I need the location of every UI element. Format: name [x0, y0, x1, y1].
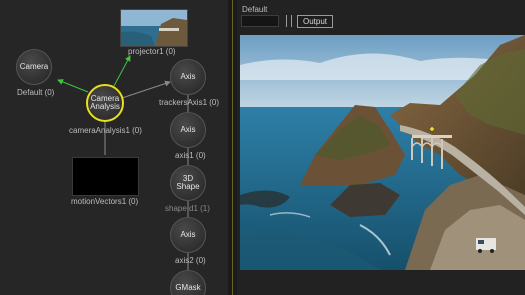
viewer-input-field[interactable]	[241, 15, 279, 27]
projector-thumbnail-image	[121, 10, 187, 46]
axis1-label: axis1 (0)	[175, 151, 206, 160]
node-graph-panel[interactable]: projector1 (0) Camera Default (0) Camera…	[0, 0, 228, 295]
projector-node[interactable]	[120, 9, 188, 47]
axis1-node[interactable]: Axis	[170, 112, 206, 148]
output-button[interactable]: Output	[297, 15, 333, 28]
wire-analysis-to-camera	[57, 79, 89, 93]
motion-vectors-node[interactable]	[72, 157, 139, 196]
viewer-image[interactable]	[240, 35, 525, 270]
viewer-toolbar-separator	[286, 15, 287, 27]
axis2-node[interactable]: Axis	[170, 217, 206, 253]
shape-3d-node[interactable]: 3D Shape	[170, 165, 206, 201]
trackers-axis-node[interactable]: Axis	[170, 59, 206, 95]
motion-vectors-label: motionVectors1 (0)	[71, 197, 139, 206]
camera-analysis-node[interactable]: Camera Analysis	[86, 84, 124, 122]
camera-node-title: Camera	[19, 61, 49, 71]
camera-analysis-node-title: Camera Analysis	[90, 94, 120, 112]
viewer-toolbar-separator	[291, 15, 292, 27]
shape-3d-title-line2: Shape	[176, 182, 200, 191]
shape-3d-label: shapeId1 (1)	[165, 204, 210, 213]
wire-analysis-to-projector	[113, 55, 131, 87]
axis2-label: axis2 (0)	[175, 256, 206, 265]
camera-node[interactable]: Camera	[16, 49, 52, 85]
trackers-axis-label: trackersAxis1 (0)	[159, 98, 220, 107]
trackers-axis-node-title: Axis	[180, 71, 196, 81]
coastal-bridge-image	[240, 35, 525, 270]
camera-analysis-label: cameraAnalysis1 (0)	[69, 126, 142, 135]
axis2-node-title: Axis	[180, 229, 196, 239]
panel-divider-line	[232, 0, 233, 295]
camera-label: Default (0)	[17, 88, 55, 97]
camera-analysis-title-line2: Analysis	[90, 102, 120, 111]
shape-3d-node-title: 3D Shape	[176, 174, 200, 192]
gmask-node-title: GMask	[175, 282, 201, 292]
wire-analysis-to-trackers-axis	[121, 80, 171, 99]
projector-label: projector1 (0)	[128, 47, 176, 56]
viewer-title: Default	[242, 5, 268, 14]
axis1-node-title: Axis	[180, 124, 196, 134]
